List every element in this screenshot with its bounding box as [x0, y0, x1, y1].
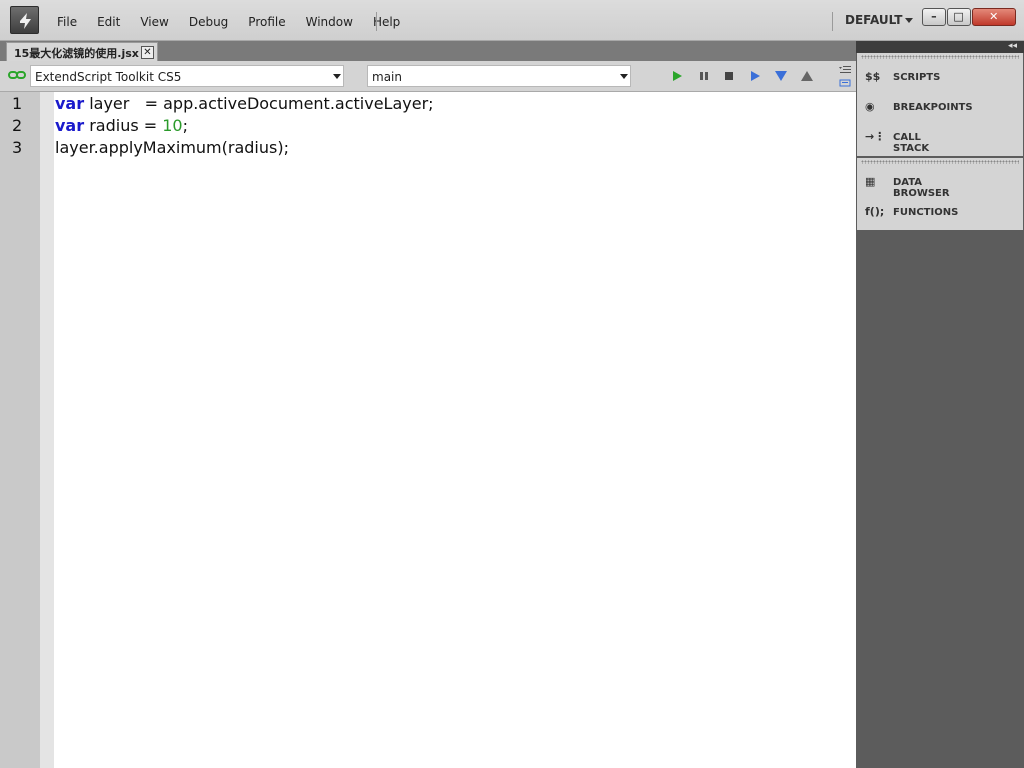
menu-debug[interactable]: Debug: [179, 14, 238, 30]
scripts-icon: $$: [865, 70, 881, 83]
close-window-button[interactable]: ✕: [971, 8, 1016, 26]
panel-call-stack-label: CALL STACK: [893, 132, 930, 154]
chevron-down-icon: [620, 74, 628, 79]
functions-icon: f();: [865, 205, 885, 218]
document-tab-bar: 15最大化滤镜的使用.jsx ✕: [0, 41, 856, 61]
code-token: ;: [182, 116, 188, 135]
main-menu: File Edit View Debug Profile Window Help: [47, 14, 410, 30]
close-icon: ✕: [989, 10, 999, 23]
code-editor[interactable]: 1 var layer = app.activeDocument.activeLa…: [0, 92, 856, 768]
keyword-token: var: [55, 94, 85, 113]
debug-toolbar: ExtendScript Toolkit CS5 main: [0, 61, 856, 92]
line-number: 1: [12, 94, 23, 113]
menu-separator: [376, 12, 377, 31]
code-token: radius =: [84, 116, 163, 135]
restore-icon: □: [953, 10, 964, 23]
breakpoint-margin[interactable]: [40, 92, 54, 768]
minimize-button[interactable]: –: [922, 8, 946, 26]
menu-help[interactable]: Help: [363, 14, 410, 30]
link-icon[interactable]: [8, 70, 26, 80]
breakpoints-icon: ◉: [865, 100, 875, 113]
chevron-down-icon[interactable]: [905, 18, 913, 23]
collapse-panels-icon[interactable]: ◂◂: [1008, 41, 1017, 51]
keyword-token: var: [55, 116, 85, 135]
code-line[interactable]: var radius = 10;: [55, 116, 188, 135]
number-token: 10: [162, 116, 183, 135]
menu-file[interactable]: File: [47, 14, 87, 30]
stop-icon[interactable]: [723, 70, 735, 82]
code-token: layer.applyMaximum(radius);: [55, 138, 289, 157]
menu-view[interactable]: View: [130, 14, 178, 30]
data-browser-icon: ▦: [865, 175, 876, 188]
panel-dock-header: ◂◂: [856, 41, 1024, 53]
menu-window[interactable]: Window: [296, 14, 363, 30]
workspace-separator: [832, 12, 833, 31]
function-value: main: [372, 70, 402, 84]
extendscript-logo-icon: [20, 13, 31, 29]
panel-group-debug: $$ SCRIPTS ◉ BREAKPOINTS →⋮ CALL STACK: [857, 53, 1023, 156]
panel-data-browser-label: DATA BROWSER: [893, 177, 950, 199]
run-icon[interactable]: [671, 70, 683, 82]
step-over-icon[interactable]: [749, 70, 761, 82]
panel-breakpoints-label: BREAKPOINTS: [893, 102, 973, 113]
step-into-icon[interactable]: [774, 70, 788, 82]
target-application-value: ExtendScript Toolkit CS5: [35, 70, 182, 84]
code-line[interactable]: layer.applyMaximum(radius);: [55, 138, 289, 157]
call-stack-icon: →⋮: [865, 130, 886, 143]
document-tab[interactable]: 15最大化滤镜的使用.jsx ✕: [6, 42, 158, 61]
window-controls: – □ ✕: [922, 8, 1017, 26]
panel-group-grip[interactable]: [861, 55, 1019, 59]
panel-group-grip[interactable]: [861, 160, 1019, 164]
code-token: layer = app.activeDocument.activeLayer;: [84, 94, 434, 113]
target-application-select[interactable]: ExtendScript Toolkit CS5: [30, 65, 344, 87]
step-out-icon[interactable]: [800, 70, 814, 82]
workspace-switcher[interactable]: DEFAULT: [845, 13, 903, 27]
function-select[interactable]: main: [367, 65, 631, 87]
pause-icon[interactable]: [698, 70, 710, 82]
restore-button[interactable]: □: [946, 8, 971, 26]
line-number: 3: [12, 138, 23, 157]
line-number-gutter: [0, 92, 40, 768]
minimize-icon: –: [931, 10, 937, 23]
document-tab-title: 15最大化滤镜的使用.jsx: [14, 47, 139, 60]
menu-edit[interactable]: Edit: [87, 14, 130, 30]
chevron-down-icon: [333, 74, 341, 79]
panel-functions-label: FUNCTIONS: [893, 207, 959, 218]
panel-group-data: ▦ DATA BROWSER f(); FUNCTIONS: [857, 158, 1023, 230]
close-tab-icon[interactable]: ✕: [141, 46, 154, 59]
menu-bar: File Edit View Debug Profile Window Help…: [0, 0, 1024, 41]
menu-profile[interactable]: Profile: [238, 14, 295, 30]
panel-menu-icon[interactable]: [838, 65, 852, 87]
app-logo: [10, 6, 39, 34]
panel-scripts-label: SCRIPTS: [893, 72, 941, 83]
code-line[interactable]: var layer = app.activeDocument.activeLay…: [55, 94, 434, 113]
line-number: 2: [12, 116, 23, 135]
right-panel-dock: ◂◂ $$ SCRIPTS ◉ BREAKPOINTS →⋮ CALL STAC…: [856, 41, 1024, 768]
